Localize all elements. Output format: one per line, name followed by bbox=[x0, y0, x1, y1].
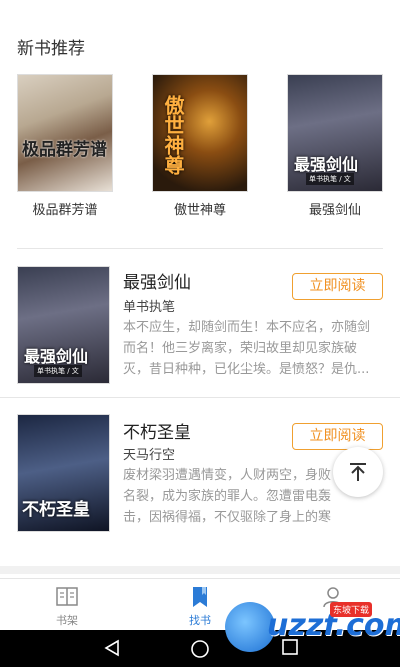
back-icon[interactable] bbox=[103, 639, 121, 657]
list-title: 不朽圣皇 bbox=[123, 423, 191, 443]
list-title: 最强剑仙 bbox=[123, 273, 191, 293]
section-gap bbox=[0, 566, 400, 574]
cover-title-text: 最强剑仙 bbox=[294, 155, 359, 174]
divider bbox=[17, 248, 383, 249]
tab-bookshelf[interactable]: 书架 bbox=[27, 579, 107, 631]
book-name-3[interactable]: 最强剑仙 bbox=[285, 199, 385, 218]
book-cover-2[interactable]: 傲世神尊 bbox=[152, 74, 248, 192]
page-title: 新书推荐 bbox=[17, 39, 85, 59]
cover-title-text: 不朽圣皇 bbox=[22, 500, 90, 520]
list-cover[interactable]: 最强剑仙 单书执笔 / 文 bbox=[17, 266, 110, 384]
book-name-1[interactable]: 极品群芳谱 bbox=[15, 199, 115, 218]
book-name-2[interactable]: 傲世神尊 bbox=[150, 199, 250, 218]
list-desc: 本不应生，却随剑而生！本不应名，亦随剑而名！他三岁离家，荣归故里却见家族破灭，昔… bbox=[123, 320, 371, 377]
cover-author-text: 单书执笔 / 文 bbox=[34, 365, 82, 377]
list-author: 天马行空 bbox=[123, 448, 176, 463]
book-open-icon bbox=[56, 587, 78, 606]
watermark-badge: 东坡下载 bbox=[330, 602, 373, 617]
cover-title-text: 极品群芳谱 bbox=[22, 140, 107, 160]
read-now-button[interactable]: 立即阅读 bbox=[292, 423, 383, 450]
cover-title-text: 傲世神尊 bbox=[161, 95, 185, 175]
list-author: 单书执笔 bbox=[123, 300, 176, 315]
list-desc: 废材梁羽遭遇情变，人财两空，身败名裂，成为家族的罪人。忽遭雷电轰击，因祸得福，不… bbox=[123, 468, 332, 525]
bookmark-icon bbox=[193, 587, 207, 607]
cover-author-text: 单书执笔 / 文 bbox=[306, 173, 354, 185]
list-cover[interactable]: 不朽圣皇 bbox=[17, 414, 110, 532]
read-now-button[interactable]: 立即阅读 bbox=[292, 273, 383, 300]
cover-title-text: 最强剑仙 bbox=[24, 347, 89, 366]
book-cover-1[interactable]: 极品群芳谱 bbox=[17, 74, 113, 192]
arrow-up-icon bbox=[350, 463, 366, 481]
home-icon[interactable] bbox=[190, 639, 210, 659]
tab-label: 书架 bbox=[56, 614, 78, 627]
back-to-top-button[interactable] bbox=[333, 447, 383, 497]
book-cover-3[interactable]: 最强剑仙 单书执笔 / 文 bbox=[287, 74, 383, 192]
divider bbox=[0, 397, 400, 398]
watermark-logo: uzzf.com 东坡下载 bbox=[225, 600, 400, 658]
